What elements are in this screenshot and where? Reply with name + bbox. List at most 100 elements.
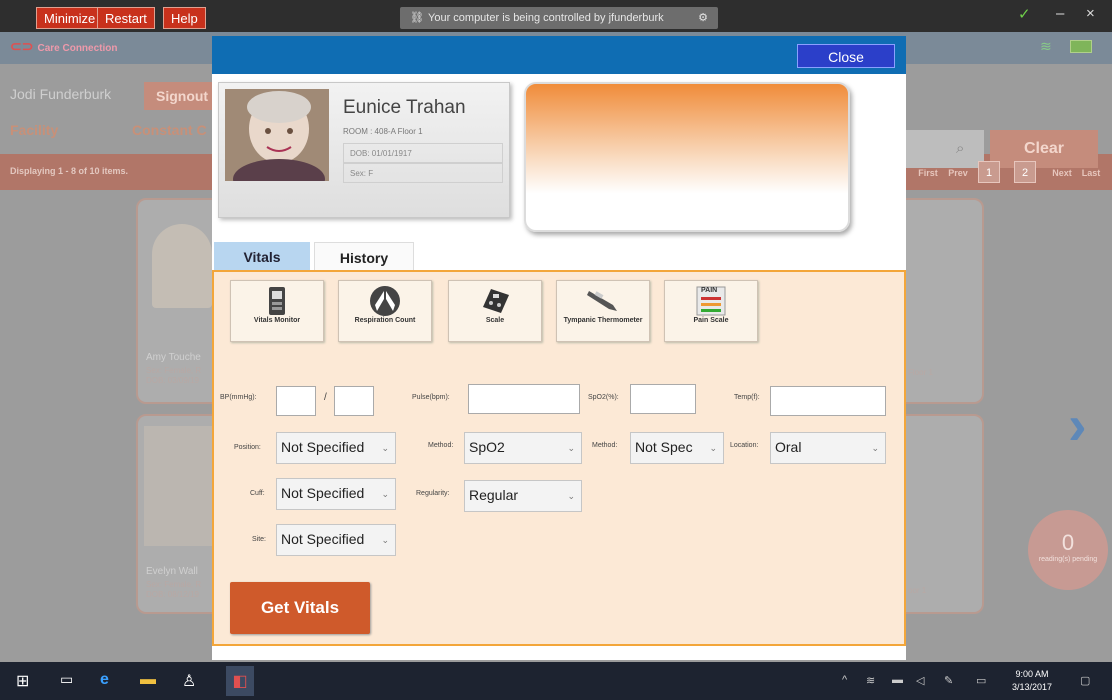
chevron-up-icon[interactable]: ^ [842, 674, 847, 686]
chevron-down-icon: ⌄ [709, 443, 717, 453]
battery-icon[interactable]: ▬ [892, 674, 903, 686]
pager-next[interactable]: Next [1050, 164, 1074, 182]
constant-care-label[interactable]: Constant C [132, 122, 207, 138]
chevron-down-icon: ⌄ [567, 491, 575, 501]
location-value: Oral [775, 439, 802, 455]
close-button[interactable]: Close [797, 44, 895, 68]
regularity-value: Regular [469, 487, 519, 503]
user-name: Jodi Funderburk [10, 86, 112, 102]
pager-page-2[interactable]: 2 [1014, 161, 1036, 183]
pulse-method-select[interactable]: SpO2 ⌄ [464, 432, 582, 464]
device-label: Pain Scale [693, 317, 729, 324]
site-select[interactable]: Not Specified ⌄ [276, 524, 396, 556]
patient-photo [144, 426, 220, 546]
tab-history[interactable]: History [314, 242, 414, 270]
patient-name: Eunice Trahan [343, 97, 466, 118]
method-label: Method: [592, 442, 618, 449]
remote-control-bar: Minimize Restart Help ⛓ Your computer is… [0, 0, 1112, 32]
scale-icon [477, 285, 513, 317]
minimize-button[interactable]: Minimize [36, 7, 104, 29]
help-button[interactable]: Help [163, 7, 206, 29]
regularity-select[interactable]: Regular ⌄ [464, 480, 582, 512]
pulse-method-value: SpO2 [469, 439, 505, 455]
care-connection-app-icon[interactable]: ◧ [226, 666, 254, 696]
window-minimize-icon[interactable]: – [1056, 5, 1064, 22]
user-icon[interactable]: ♙ [182, 671, 196, 691]
clear-button[interactable]: Clear [990, 130, 1098, 168]
control-notice-text: Your computer is being controlled by jfu… [428, 12, 664, 24]
tympanic-thermometer-button[interactable]: Tympanic Thermometer [556, 280, 650, 342]
position-select[interactable]: Not Specified ⌄ [276, 432, 396, 464]
next-page-arrow-icon[interactable]: › [1068, 392, 1087, 457]
patient-card-dob: DOB: 08/12/19 [146, 590, 199, 599]
pulse-input[interactable] [468, 384, 580, 414]
spo2-method-select[interactable]: Not Spec ⌄ [630, 432, 724, 464]
spo2-input[interactable] [630, 384, 696, 414]
restart-button[interactable]: Restart [97, 7, 155, 29]
file-explorer-icon[interactable]: ▬ [140, 671, 156, 689]
get-vitals-button[interactable]: Get Vitals [230, 582, 370, 634]
pen-icon[interactable]: ✎ [944, 674, 953, 687]
spo2-label: SpO2(%): [588, 394, 619, 401]
location-label: Location: [730, 442, 759, 449]
windows-start-icon[interactable]: ⊞ [16, 671, 29, 691]
patient-card-room: oor 1 [908, 586, 927, 595]
search-icon[interactable]: ⌕ [956, 140, 964, 157]
volume-icon[interactable]: ◁ [916, 674, 924, 687]
edge-browser-icon[interactable]: e [100, 671, 109, 689]
taskbar: ⊞ ▭ e ▬ ♙ ◧ ^ ≋ ▬ ◁ ✎ ▭ 9:00 AM 3/13/201… [0, 662, 1112, 700]
patient-photo [225, 89, 329, 181]
pager-last[interactable]: Last [1080, 164, 1102, 182]
app-logo-text: Care Connection [37, 43, 118, 54]
lungs-icon [367, 285, 403, 317]
facility-label[interactable]: Facility [10, 122, 58, 138]
network-icon[interactable]: ≋ [866, 674, 875, 687]
tab-vitals[interactable]: Vitals [214, 242, 310, 270]
device-label: Respiration Count [354, 317, 416, 324]
pending-count: 0 [1061, 530, 1075, 555]
bp-systolic-input[interactable] [276, 386, 316, 416]
app-logo: ⊂⊃ Care Connection [10, 38, 118, 54]
pending-readings-badge[interactable]: 0 reading(s) pending [1028, 510, 1108, 590]
temp-input[interactable] [770, 386, 886, 416]
regularity-label: Regularity: [416, 490, 450, 497]
notifications-icon[interactable]: ▢ [1080, 674, 1090, 687]
patient-card[interactable]: Floor 1 [896, 198, 984, 404]
vitals-monitor-button[interactable]: Vitals Monitor [230, 280, 324, 342]
battery-icon [1070, 40, 1092, 53]
vitals-panel: Vitals Monitor Respiration Count Scale T… [212, 270, 906, 646]
patient-card-room: Floor 1 [908, 368, 933, 377]
scale-button[interactable]: Scale [448, 280, 542, 342]
patient-card[interactable]: oor 1 [896, 414, 984, 614]
system-clock[interactable]: 9:00 AM 3/13/2017 [1012, 668, 1052, 694]
task-view-icon[interactable]: ▭ [60, 671, 73, 688]
position-label: Position: [234, 444, 261, 451]
pain-icon-text: PAIN [701, 287, 718, 294]
pager-page-1[interactable]: 1 [978, 161, 1000, 183]
cuff-select[interactable]: Not Specified ⌄ [276, 478, 396, 510]
spo2-method-value: Not Spec [635, 439, 693, 455]
pager-prev[interactable]: Prev [946, 164, 970, 182]
respiration-count-button[interactable]: Respiration Count [338, 280, 432, 342]
patient-card-sex: Sex: Female, R [146, 580, 202, 589]
patient-card-dob: DOB: 03/09/19 [146, 376, 199, 385]
bp-label: BP(mmHg): [220, 394, 257, 401]
bp-separator: / [324, 392, 327, 403]
status-card [524, 82, 850, 232]
gear-icon[interactable]: ⚙ [698, 7, 708, 29]
wifi-icon: ≋ [1040, 38, 1052, 54]
patient-room: ROOM : 408-A Floor 1 [343, 127, 423, 136]
link-icon: ⛓ [410, 12, 424, 24]
cuff-value: Not Specified [281, 485, 365, 501]
window-close-icon[interactable]: × [1086, 5, 1095, 22]
pain-scale-icon: PAIN [693, 285, 729, 317]
pain-scale-button[interactable]: PAIN Pain Scale [664, 280, 758, 342]
method-label: Method: [428, 442, 454, 449]
location-select[interactable]: Oral ⌄ [770, 432, 886, 464]
pager-first[interactable]: First [916, 164, 940, 182]
search-input[interactable] [906, 130, 984, 168]
patient-photo [152, 224, 212, 308]
device-label: Vitals Monitor [253, 317, 301, 324]
keyboard-icon[interactable]: ▭ [976, 674, 986, 687]
bp-diastolic-input[interactable] [334, 386, 374, 416]
